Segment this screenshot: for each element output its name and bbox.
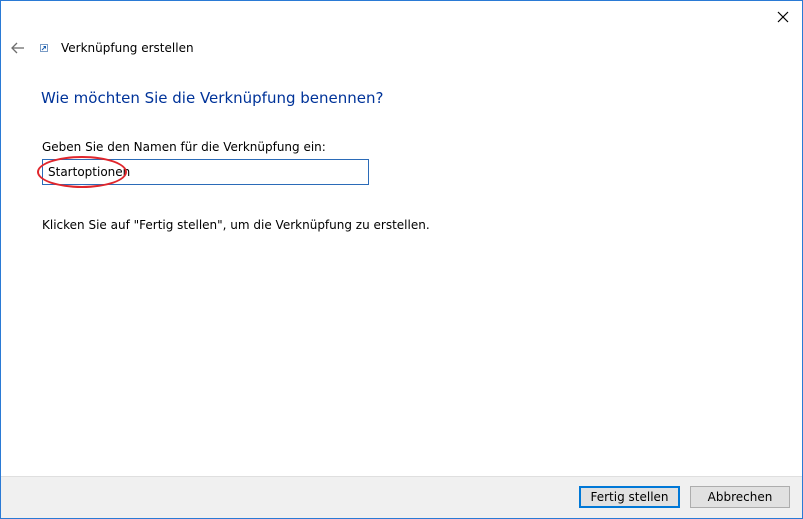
back-button[interactable]: [9, 39, 27, 57]
shortcut-name-input[interactable]: [42, 159, 369, 185]
wizard-title: Verknüpfung erstellen: [61, 41, 194, 55]
name-field-label: Geben Sie den Namen für die Verknüpfung …: [42, 140, 326, 154]
shortcut-icon: [39, 43, 49, 53]
finish-hint-text: Klicken Sie auf "Fertig stellen", um die…: [42, 218, 430, 232]
button-bar: Fertig stellen Abbrechen: [1, 476, 802, 518]
wizard-window: Verknüpfung erstellen Wie möchten Sie di…: [0, 0, 803, 519]
close-button[interactable]: [770, 6, 796, 28]
finish-button[interactable]: Fertig stellen: [579, 486, 680, 508]
back-arrow-icon: [11, 42, 24, 54]
wizard-nav: Verknüpfung erstellen: [9, 38, 194, 58]
page-heading: Wie möchten Sie die Verknüpfung benennen…: [41, 89, 384, 107]
close-icon: [777, 11, 789, 23]
cancel-button[interactable]: Abbrechen: [690, 486, 790, 508]
